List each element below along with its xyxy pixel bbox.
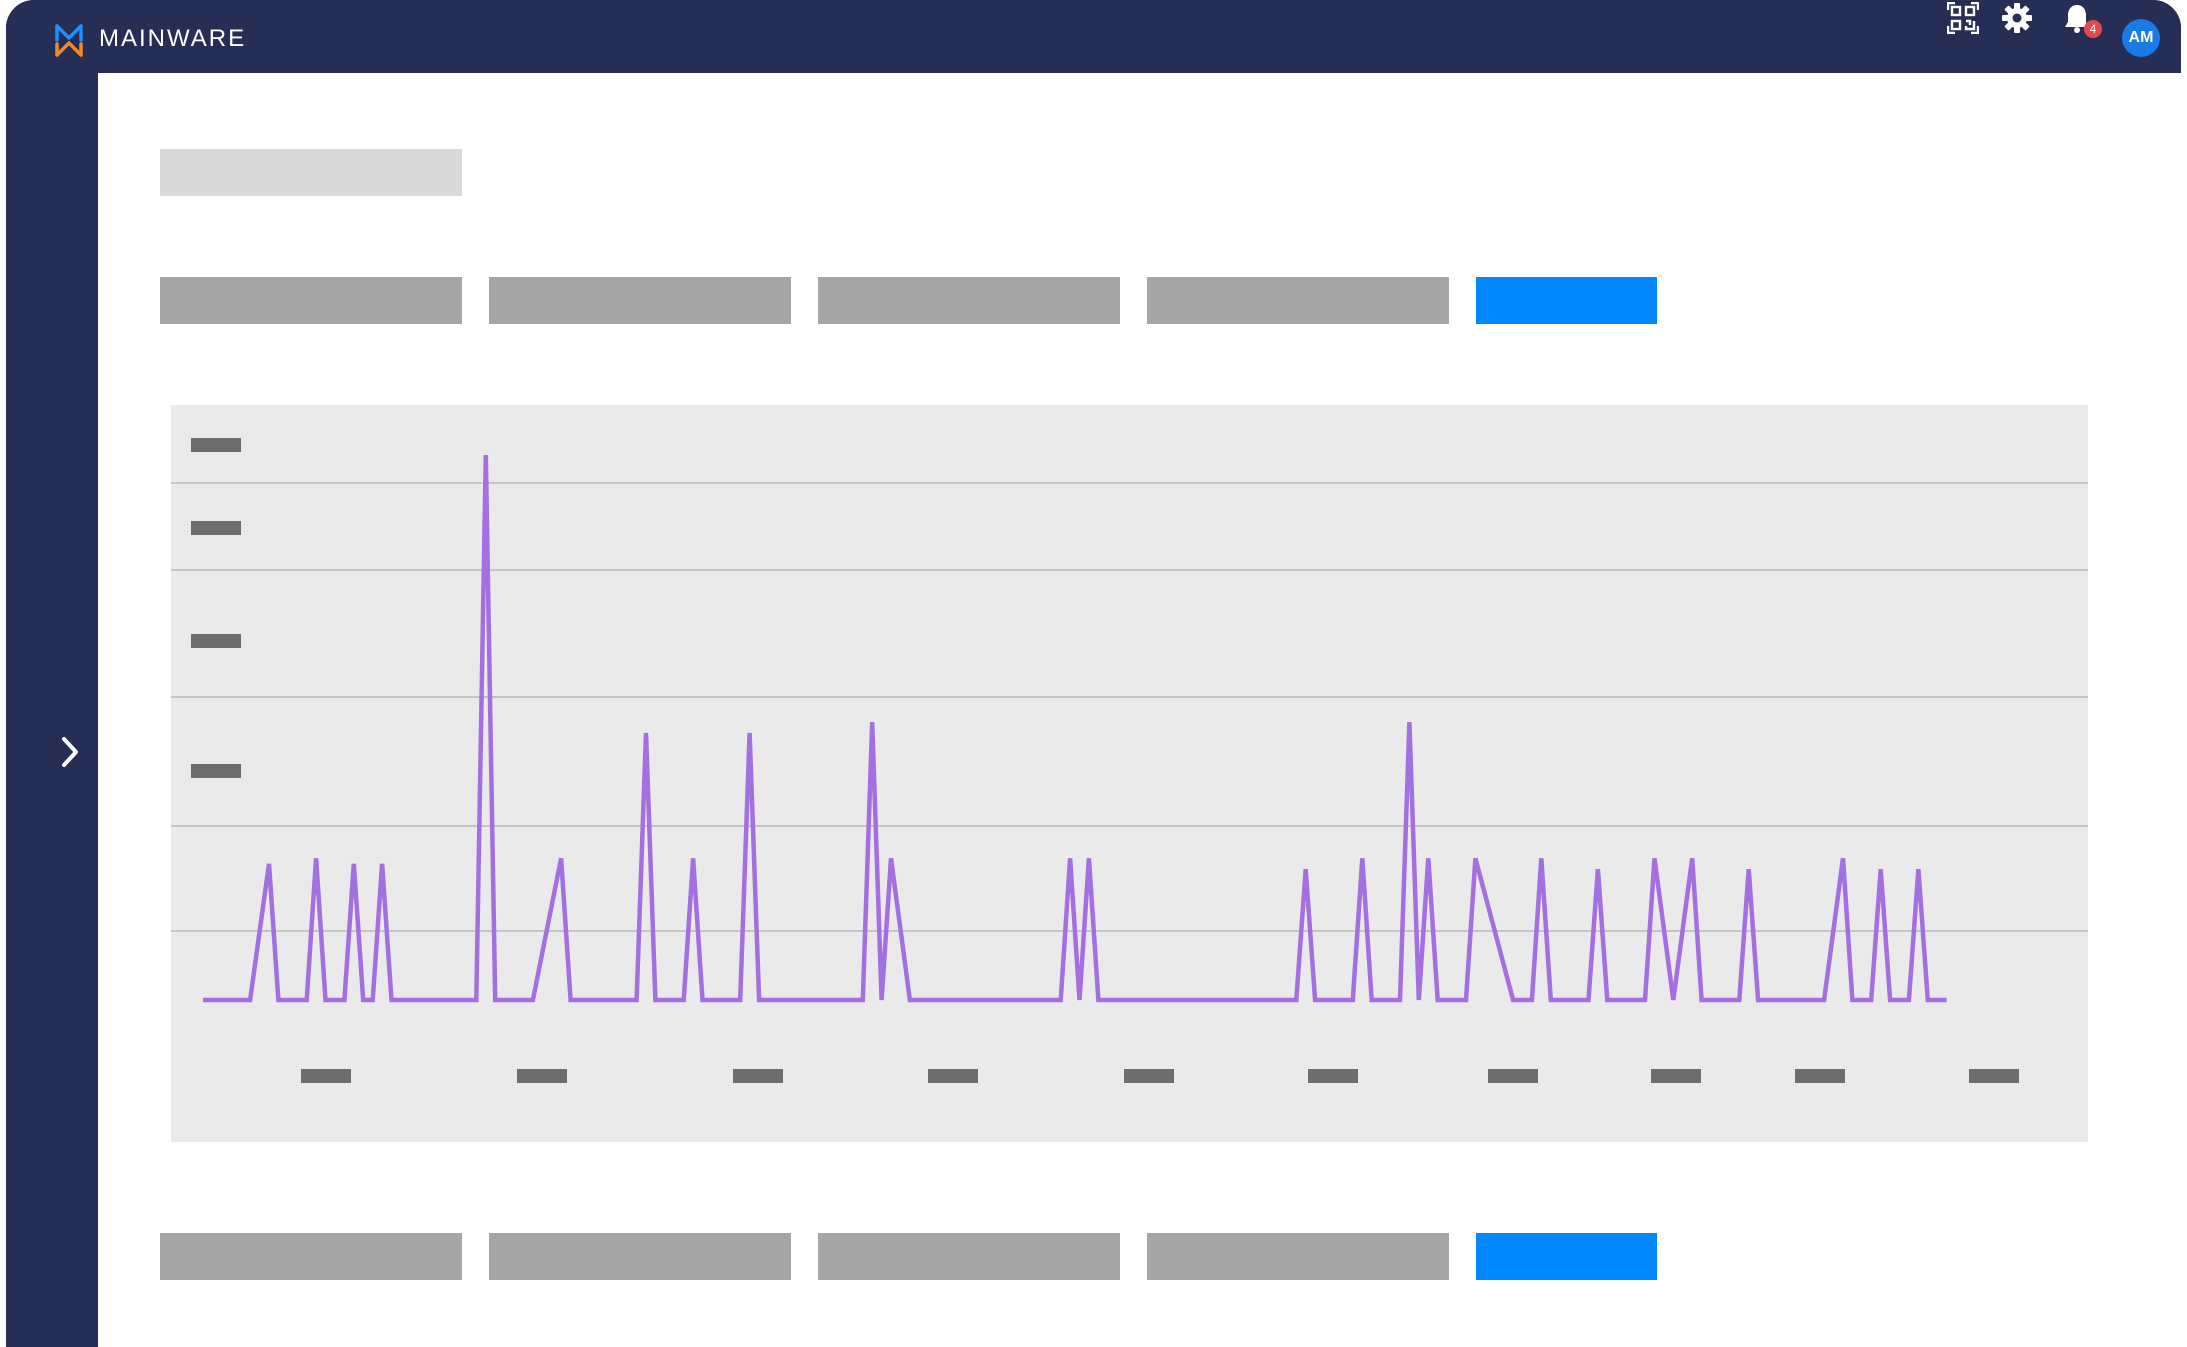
x-tick-label-3 (733, 1069, 783, 1083)
line-chart (171, 438, 2088, 1083)
x-tick-label-6 (1308, 1069, 1358, 1083)
x-tick-label-2 (517, 1069, 567, 1083)
brand-name: MAINWARE (99, 25, 247, 52)
page-title (160, 149, 462, 196)
gear-icon[interactable] (1999, 0, 2035, 36)
x-tick-label-9 (1795, 1069, 1845, 1083)
y-tick-label-3 (191, 634, 241, 648)
x-tick-label-5 (1124, 1069, 1174, 1083)
tab-bottom-4[interactable] (1147, 1233, 1449, 1280)
mainware-logo (55, 24, 83, 57)
tab-top-2[interactable] (489, 277, 791, 324)
y-tick-label-2 (191, 521, 241, 535)
x-tick-label-10 (1969, 1069, 2019, 1083)
x-tick-label-1 (301, 1069, 351, 1083)
qr-code-icon[interactable] (1945, 0, 1981, 36)
tab-bottom-1[interactable] (160, 1233, 462, 1280)
user-avatar[interactable]: AM (2122, 19, 2160, 57)
x-tick-label-8 (1651, 1069, 1701, 1083)
tab-bottom-2[interactable] (489, 1233, 791, 1280)
chart-panel (171, 405, 2088, 1142)
tab-bottom-3[interactable] (818, 1233, 1120, 1280)
tab-top-5-active[interactable] (1476, 277, 1657, 324)
x-tick-label-7 (1488, 1069, 1538, 1083)
main-content (98, 73, 2181, 1347)
tab-top-3[interactable] (818, 277, 1120, 324)
y-tick-label-1 (191, 438, 241, 452)
y-tick-label-4 (191, 764, 241, 778)
series-line-1 (203, 454, 1947, 1003)
tab-top-4[interactable] (1147, 277, 1449, 324)
app-window: MAINWARE 4 AM (6, 0, 2181, 1347)
x-tick-label-4 (928, 1069, 978, 1083)
top-navigation-bar: MAINWARE 4 AM (6, 0, 2181, 73)
chevron-right-icon (62, 737, 78, 767)
tab-top-1[interactable] (160, 277, 462, 324)
notification-badge: 4 (2084, 20, 2102, 38)
sidebar-expand-button[interactable] (42, 732, 98, 772)
tab-bottom-5-active[interactable] (1476, 1233, 1657, 1280)
